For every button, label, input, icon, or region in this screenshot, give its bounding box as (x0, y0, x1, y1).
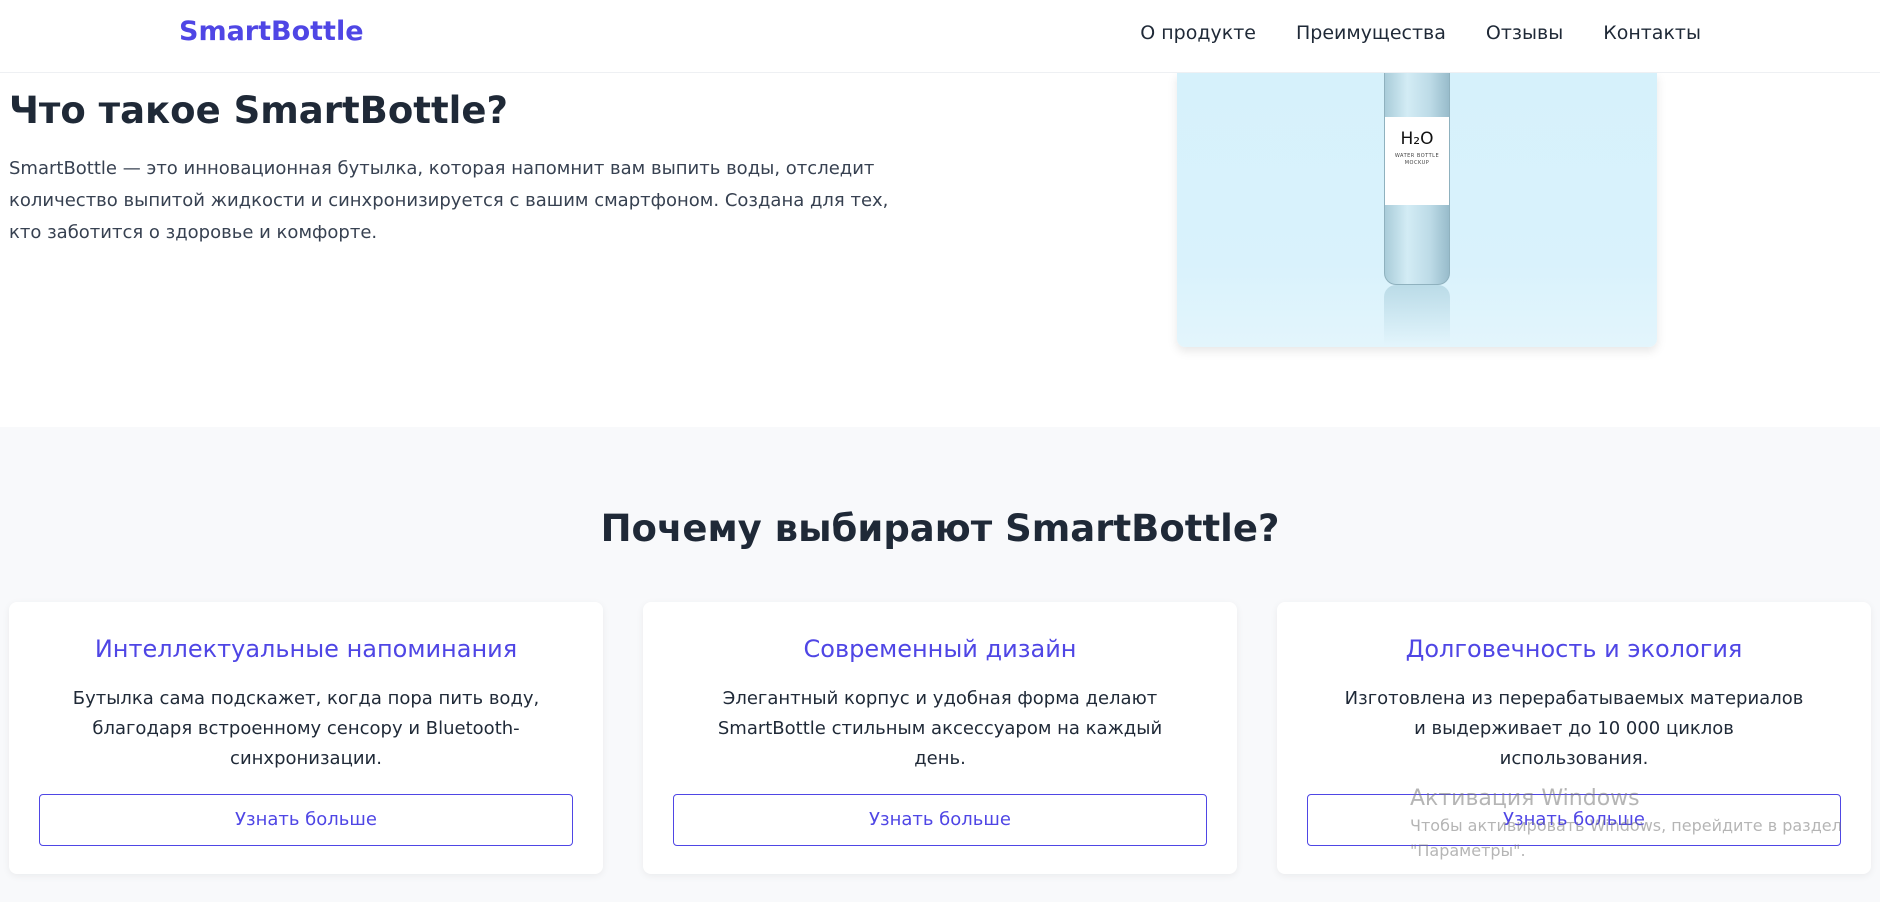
feature-card-title: Современный дизайн (803, 635, 1077, 663)
nav-link-advantages[interactable]: Преимущества (1296, 22, 1446, 44)
feature-card-title: Долговечность и экология (1405, 635, 1743, 663)
site-header: SmartBottle О продукте Преимущества Отзы… (0, 0, 1880, 73)
about-section: Что такое SmartBottle? SmartBottle — это… (0, 73, 1880, 427)
learn-more-button[interactable]: Узнать больше (39, 794, 573, 846)
learn-more-button[interactable]: Узнать больше (1307, 794, 1841, 846)
feature-card-durability: Долговечность и экология Изготовлена из … (1277, 602, 1871, 874)
about-text: SmartBottle — это инновационная бутылка,… (9, 158, 889, 243)
nav-link-about[interactable]: О продукте (1140, 22, 1256, 44)
bottle-label-sub: WATER BOTTLE MOCKUP (1394, 153, 1440, 166)
bottle-label-main: H₂O (1400, 129, 1434, 149)
learn-more-button[interactable]: Узнать больше (673, 794, 1207, 846)
nav-link-reviews[interactable]: Отзывы (1486, 22, 1563, 44)
bottle-reflection (1384, 285, 1450, 345)
feature-card-text: Элегантный корпус и удобная форма делают… (717, 688, 1163, 769)
about-title: Что такое SmartBottle? (9, 89, 508, 132)
features-section: Почему выбирают SmartBottle? Интеллектуа… (0, 427, 1880, 902)
product-image: H₂O WATER BOTTLE MOCKUP (1177, 73, 1657, 347)
feature-card-title: Интеллектуальные напоминания (94, 635, 518, 663)
nav-link-contacts[interactable]: Контакты (1603, 22, 1701, 44)
logo[interactable]: SmartBottle (179, 16, 364, 47)
feature-card-reminders: Интеллектуальные напоминания Бутылка сам… (9, 602, 603, 874)
feature-card-text: Изготовлена из перерабатываемых материал… (1344, 688, 1804, 769)
bottle-label: H₂O WATER BOTTLE MOCKUP (1385, 117, 1449, 205)
features-title: Почему выбирают SmartBottle? (600, 507, 1280, 550)
feature-card-design: Современный дизайн Элегантный корпус и у… (643, 602, 1237, 874)
bottle-illustration: H₂O WATER BOTTLE MOCKUP (1384, 73, 1450, 285)
main-nav: О продукте Преимущества Отзывы Контакты (1140, 22, 1701, 44)
feature-card-text: Бутылка сама подскажет, когда пора пить … (72, 688, 540, 769)
